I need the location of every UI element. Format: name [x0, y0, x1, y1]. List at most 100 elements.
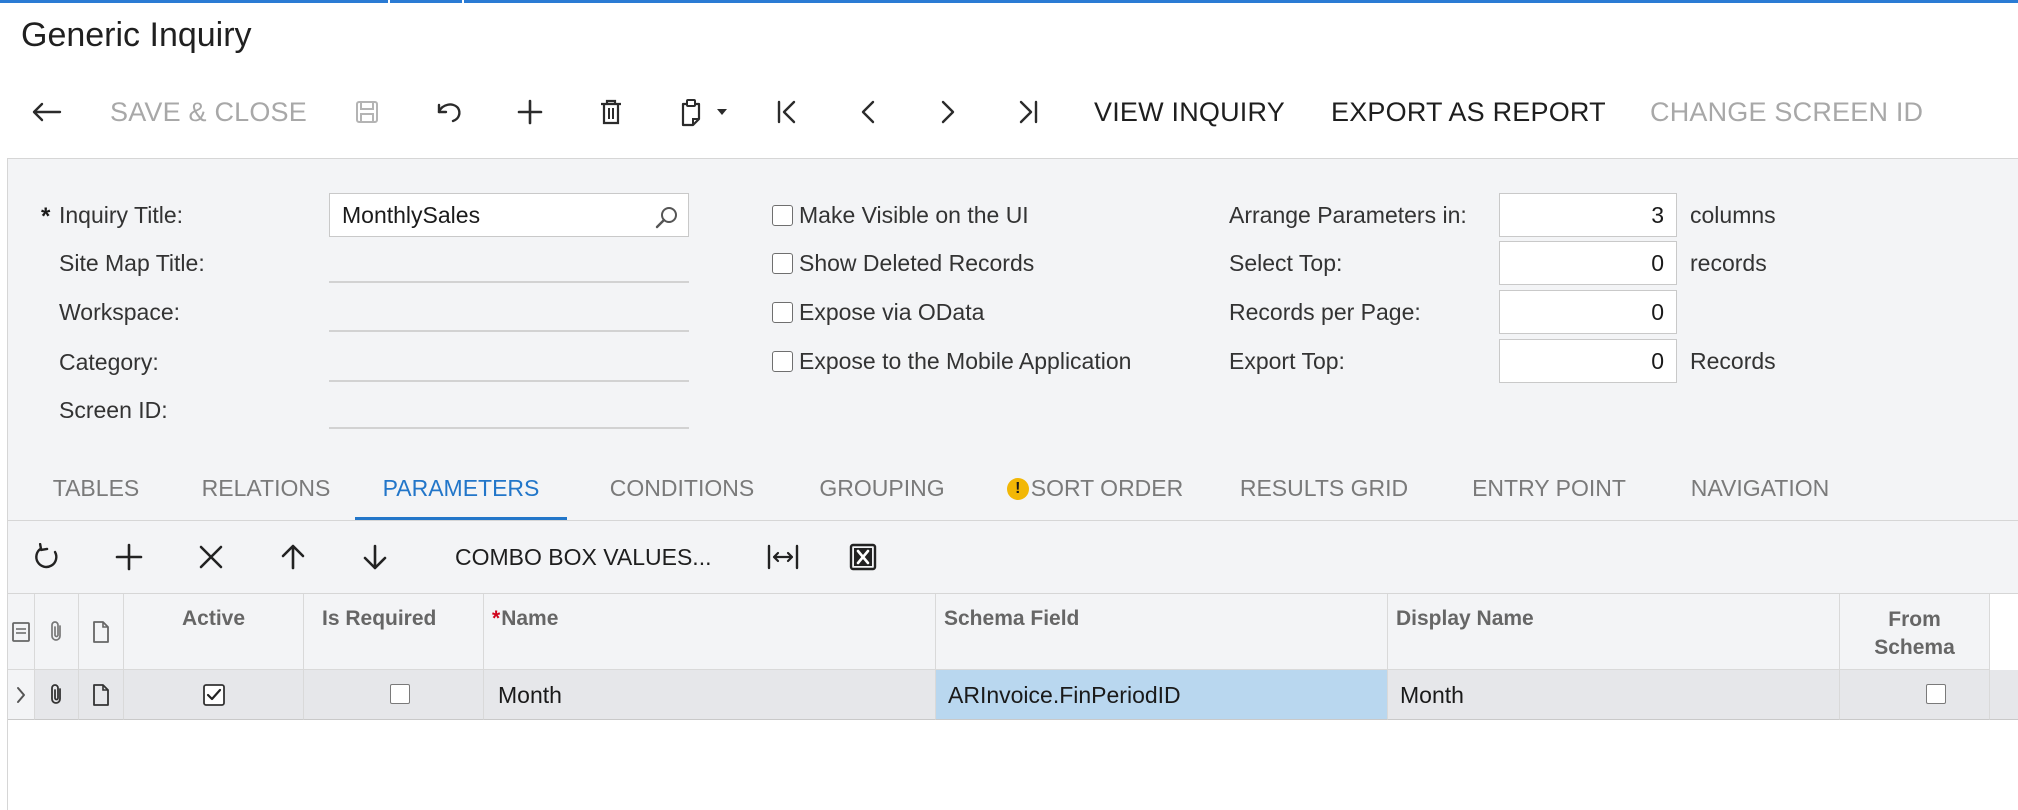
- excel-export-icon[interactable]: [846, 521, 880, 593]
- arrange-parameters-input[interactable]: 3: [1499, 193, 1677, 237]
- arrange-parameters-unit: columns: [1690, 202, 1776, 228]
- export-top-label: Export Top:: [1229, 348, 1345, 374]
- notes-header: [79, 594, 124, 670]
- row-expand-toggle[interactable]: [8, 670, 35, 720]
- site-map-title-field[interactable]: [329, 281, 689, 283]
- workspace-field[interactable]: [329, 330, 689, 332]
- back-arrow-icon[interactable]: [26, 84, 66, 140]
- select-top-input[interactable]: 0: [1499, 241, 1677, 285]
- tab-grouping[interactable]: GROUPING: [806, 459, 958, 519]
- fit-columns-icon[interactable]: [763, 521, 803, 593]
- page-title: Generic Inquiry: [21, 16, 252, 54]
- first-page-icon[interactable]: [772, 84, 802, 140]
- arrow-down-icon[interactable]: [358, 521, 392, 593]
- column-header-name[interactable]: *Name: [484, 594, 936, 670]
- tab-tables[interactable]: TABLES: [47, 459, 145, 519]
- tab-sort-order-label: SORT ORDER: [1030, 475, 1184, 501]
- undo-icon[interactable]: [434, 84, 464, 140]
- workspace-label: Workspace:: [59, 299, 181, 325]
- column-header-active[interactable]: Active: [124, 594, 304, 670]
- expose-mobile-checkbox-row[interactable]: Expose to the Mobile Application: [772, 348, 1131, 375]
- expose-odata-label: Expose via OData: [799, 299, 985, 325]
- grid-toolbar: COMBO BOX VALUES...: [7, 521, 2018, 593]
- inquiry-title-value: MonthlySales: [342, 202, 481, 228]
- tab-entry-point[interactable]: ENTRY POINT: [1462, 459, 1636, 519]
- row-active-cell[interactable]: [124, 670, 304, 720]
- screen-id-field[interactable]: [329, 427, 689, 429]
- column-header-schema-field[interactable]: Schema Field: [936, 594, 1388, 670]
- site-map-title-label: Site Map Title:: [59, 250, 205, 276]
- row-from-schema-cell[interactable]: [1840, 670, 1990, 720]
- plus-icon[interactable]: [112, 521, 146, 593]
- column-header-display-name[interactable]: Display Name: [1388, 594, 1840, 670]
- export-top-unit: Records: [1690, 348, 1776, 374]
- export-as-report-button[interactable]: EXPORT AS REPORT: [1331, 84, 1606, 140]
- top-accent-line: [0, 0, 2018, 3]
- previous-icon[interactable]: [853, 84, 883, 140]
- inquiry-title-input[interactable]: MonthlySales: [329, 193, 689, 237]
- next-icon[interactable]: [933, 84, 963, 140]
- tab-parameters[interactable]: PARAMETERS: [376, 459, 546, 519]
- tab-relations[interactable]: RELATIONS: [193, 459, 339, 519]
- view-inquiry-button[interactable]: VIEW INQUIRY: [1094, 84, 1285, 140]
- expose-odata-checkbox[interactable]: [772, 302, 793, 323]
- warning-icon: !: [1006, 478, 1029, 500]
- show-deleted-checkbox-row[interactable]: Show Deleted Records: [772, 250, 1034, 277]
- from-schema-checkbox[interactable]: [1926, 684, 1946, 704]
- row-is-required-cell[interactable]: [304, 670, 484, 720]
- row-note-cell[interactable]: [79, 670, 124, 720]
- row-filler-cell: [1990, 670, 2018, 720]
- add-icon[interactable]: [515, 84, 545, 140]
- last-page-icon[interactable]: [1013, 84, 1043, 140]
- expose-mobile-checkbox[interactable]: [772, 351, 793, 372]
- column-header-from-schema[interactable]: From Schema: [1840, 594, 1990, 670]
- arrange-parameters-label: Arrange Parameters in:: [1229, 202, 1467, 228]
- show-deleted-label: Show Deleted Records: [799, 250, 1035, 276]
- paperclip-icon[interactable]: [35, 670, 78, 719]
- column-settings-icon[interactable]: [8, 594, 34, 669]
- search-icon[interactable]: [654, 202, 680, 229]
- records-per-page-label: Records per Page:: [1229, 299, 1421, 325]
- row-name-cell[interactable]: Month: [484, 670, 936, 720]
- attachments-header: [35, 594, 79, 670]
- records-per-page-input[interactable]: 0: [1499, 290, 1677, 334]
- make-visible-checkbox-row[interactable]: Make Visible on the UI: [772, 202, 1029, 229]
- column-header-is-required[interactable]: Is Required: [304, 594, 484, 670]
- save-close-button[interactable]: SAVE & CLOSE: [110, 84, 307, 140]
- tab-sort-order[interactable]: ! SORT ORDER: [995, 459, 1195, 519]
- refresh-icon[interactable]: [30, 521, 64, 593]
- screen-id-label: Screen ID:: [59, 397, 168, 423]
- category-field[interactable]: [329, 380, 689, 382]
- close-icon[interactable]: [194, 521, 228, 593]
- save-icon[interactable]: [352, 84, 382, 140]
- expose-odata-checkbox-row[interactable]: Expose via OData: [772, 299, 984, 326]
- category-label: Category:: [59, 349, 159, 375]
- row-attachment-cell[interactable]: [35, 670, 79, 720]
- row-display-name-cell[interactable]: Month: [1388, 670, 1840, 720]
- combo-box-values-button[interactable]: COMBO BOX VALUES...: [455, 521, 711, 593]
- tab-navigation[interactable]: NAVIGATION: [1676, 459, 1844, 519]
- row-schema-field-cell[interactable]: ARInvoice.FinPeriodID: [936, 670, 1388, 720]
- required-star: *: [41, 203, 51, 230]
- is-required-checkbox[interactable]: [390, 684, 410, 704]
- arrow-up-icon[interactable]: [276, 521, 310, 593]
- note-icon: [79, 594, 123, 669]
- export-top-input[interactable]: 0: [1499, 339, 1677, 383]
- tab-conditions[interactable]: CONDITIONS: [601, 459, 763, 519]
- clipboard-icon[interactable]: [676, 84, 732, 140]
- main-toolbar: SAVE & CLOSE VIEW INQUIRY EXPORT AS REPO…: [0, 84, 2018, 140]
- chevron-right-icon[interactable]: [8, 670, 34, 719]
- make-visible-checkbox[interactable]: [772, 205, 793, 226]
- select-top-label: Select Top:: [1229, 250, 1343, 276]
- required-star: *: [492, 607, 501, 630]
- note-icon[interactable]: [79, 670, 123, 719]
- tab-results-grid[interactable]: RESULTS GRID: [1234, 459, 1414, 519]
- select-top-unit: records: [1690, 250, 1767, 276]
- paperclip-icon: [35, 594, 78, 669]
- inquiry-title-label: Inquiry Title:: [59, 202, 183, 228]
- row-selector-header[interactable]: [8, 594, 35, 670]
- change-screen-id-button[interactable]: CHANGE SCREEN ID: [1650, 84, 1923, 140]
- active-checkbox-checked[interactable]: [124, 670, 303, 719]
- trash-icon[interactable]: [596, 84, 626, 140]
- show-deleted-checkbox[interactable]: [772, 253, 793, 274]
